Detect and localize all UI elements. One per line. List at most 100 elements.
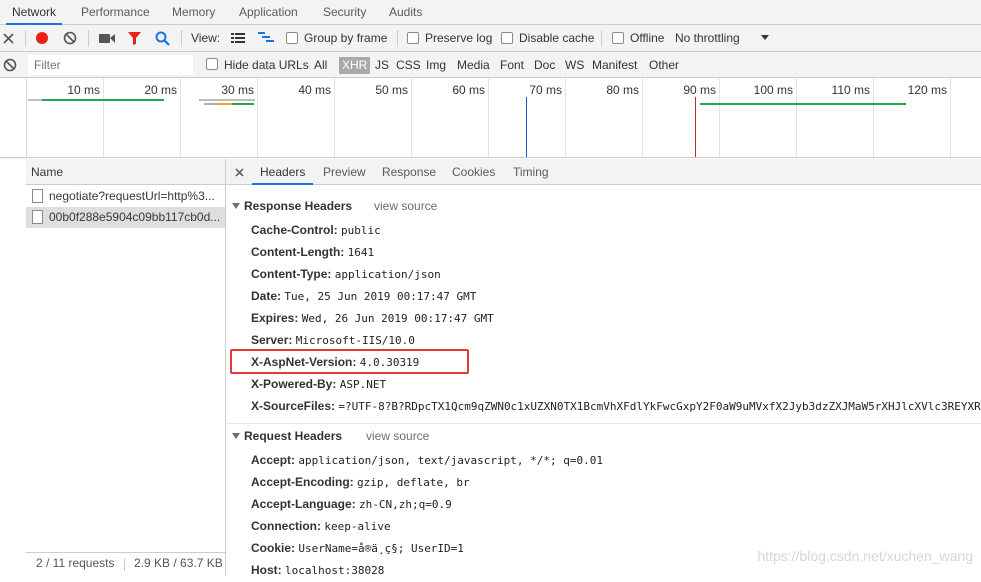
timeline-tick-label: 60 ms bbox=[452, 83, 485, 97]
view-label: View: bbox=[191, 31, 221, 45]
request-bar-download bbox=[232, 103, 254, 105]
request-row[interactable]: negotiate?requestUrl=http%3... bbox=[26, 186, 225, 207]
response-header-row: Expires: Wed, 26 Jun 2019 00:17:47 GMT bbox=[251, 311, 494, 325]
request-header-row: Accept-Language: zh-CN,zh;q=0.9 bbox=[251, 497, 452, 511]
request-name: negotiate?requestUrl=http%3... bbox=[49, 189, 215, 203]
load-event-marker bbox=[695, 97, 696, 157]
large-request-rows-icon[interactable] bbox=[231, 33, 245, 44]
response-header-row: Server: Microsoft-IIS/10.0 bbox=[251, 333, 415, 347]
highlight-box bbox=[230, 349, 469, 374]
request-headers-title[interactable]: Request Headers bbox=[232, 429, 342, 443]
panel-tab-network[interactable]: Network bbox=[6, 0, 63, 25]
tab-headers[interactable]: Headers bbox=[252, 159, 314, 185]
hide-data-urls-label: Hide data URLs bbox=[224, 58, 309, 72]
type-filter-doc[interactable]: Doc bbox=[532, 57, 557, 74]
disable-cache-label: Disable cache bbox=[519, 31, 595, 45]
timeline-tick-label: 40 ms bbox=[298, 83, 331, 97]
filter-icon[interactable] bbox=[127, 31, 142, 46]
preserve-log-label: Preserve log bbox=[425, 31, 493, 45]
filter-bar: Hide data URLs All XHR JS CSS Img Media … bbox=[0, 52, 981, 78]
panel-tab-audits[interactable]: Audits bbox=[389, 0, 422, 24]
tab-cookies[interactable]: Cookies bbox=[452, 159, 495, 185]
detail-tabs: Headers Preview Response Cookies Timing bbox=[226, 159, 981, 185]
request-bar-queued bbox=[204, 103, 218, 105]
file-icon bbox=[32, 210, 43, 224]
panel-tab-memory[interactable]: Memory bbox=[172, 0, 215, 24]
response-header-row: Content-Length: 1641 bbox=[251, 245, 375, 259]
timeline-tick-label: 50 ms bbox=[375, 83, 408, 97]
type-filter-img[interactable]: Img bbox=[424, 57, 448, 74]
response-view-source-link[interactable]: view source bbox=[374, 199, 437, 213]
type-filter-css[interactable]: CSS bbox=[394, 57, 423, 74]
type-filter-ws[interactable]: WS bbox=[563, 57, 586, 74]
record-icon[interactable] bbox=[35, 31, 49, 45]
request-row-selected[interactable]: 00b0f288e5904c09bb117cb0d... bbox=[26, 207, 225, 228]
type-filter-js[interactable]: JS bbox=[373, 57, 391, 74]
request-header-row: Accept: application/json, text/javascrip… bbox=[251, 453, 603, 467]
timeline-tick-label: 110 ms bbox=[831, 83, 870, 97]
type-filter-media[interactable]: Media bbox=[455, 57, 492, 74]
disable-cache-checkbox[interactable] bbox=[501, 32, 513, 44]
tab-preview[interactable]: Preview bbox=[323, 159, 366, 185]
dom-content-loaded-marker bbox=[526, 97, 527, 157]
tab-response[interactable]: Response bbox=[382, 159, 436, 185]
group-by-frame-label: Group by frame bbox=[304, 31, 388, 45]
devtools-panel-tabs: Network Performance Memory Application S… bbox=[0, 0, 981, 25]
waterfall-overview-icon[interactable] bbox=[258, 32, 274, 44]
group-by-frame-checkbox[interactable] bbox=[286, 32, 298, 44]
request-count: 2 / 11 requests bbox=[36, 556, 115, 570]
network-toolbar: View: Group by frame Preserve log Disabl… bbox=[0, 25, 981, 52]
request-bar-download bbox=[700, 103, 906, 105]
timeline-tick-label: 10 ms bbox=[67, 83, 100, 97]
panel-tab-performance[interactable]: Performance bbox=[81, 0, 150, 24]
clear-icon[interactable] bbox=[63, 31, 77, 45]
timeline-tick-label: 70 ms bbox=[529, 83, 562, 97]
response-headers-title[interactable]: Response Headers bbox=[232, 199, 352, 213]
timeline-tick-label: 20 ms bbox=[144, 83, 177, 97]
overview-timeline[interactable]: 10 ms 20 ms 30 ms 40 ms 50 ms 60 ms 70 m… bbox=[0, 78, 981, 158]
request-bar-download bbox=[42, 99, 164, 101]
request-header-row: Connection: keep-alive bbox=[251, 519, 391, 533]
timeline-tick-label: 100 ms bbox=[753, 83, 793, 97]
file-icon bbox=[32, 189, 43, 203]
offline-label: Offline bbox=[630, 31, 665, 45]
request-header-row: Host: localhost:38028 bbox=[251, 563, 385, 577]
response-header-row: Date: Tue, 25 Jun 2019 00:17:47 GMT bbox=[251, 289, 477, 303]
panel-tab-application[interactable]: Application bbox=[239, 0, 298, 24]
timeline-tick-label: 80 ms bbox=[606, 83, 639, 97]
search-icon[interactable] bbox=[155, 31, 170, 46]
request-bar-waiting bbox=[199, 99, 255, 101]
response-header-row: X-Powered-By: ASP.NET bbox=[251, 377, 387, 391]
throttling-select[interactable]: No throttling bbox=[675, 25, 740, 52]
type-filter-other[interactable]: Other bbox=[647, 57, 681, 74]
watermark-text: https://blog.csdn.net/xuchen_wang bbox=[757, 548, 973, 564]
close-drawer-icon[interactable] bbox=[3, 33, 14, 44]
timeline-tick-label: 120 ms bbox=[907, 83, 947, 97]
type-filter-all[interactable]: All bbox=[312, 57, 329, 74]
expand-triangle-icon bbox=[232, 433, 240, 439]
hide-data-urls-checkbox[interactable] bbox=[206, 58, 218, 70]
panel-tab-security[interactable]: Security bbox=[323, 0, 366, 24]
request-view-source-link[interactable]: view source bbox=[366, 429, 429, 443]
request-header-row: Accept-Encoding: gzip, deflate, br bbox=[251, 475, 470, 489]
response-header-row: Cache-Control: public bbox=[251, 223, 381, 237]
close-icon[interactable] bbox=[235, 168, 244, 177]
offline-checkbox[interactable] bbox=[612, 32, 624, 44]
response-header-row: X-SourceFiles: =?UTF-8?B?RDpcTX1Qcm9qZWN… bbox=[251, 399, 981, 413]
timeline-tick-label: 90 ms bbox=[683, 83, 716, 97]
type-filter-font[interactable]: Font bbox=[498, 57, 526, 74]
screenshot-camera-icon[interactable] bbox=[99, 33, 115, 44]
type-filter-manifest[interactable]: Manifest bbox=[590, 57, 639, 74]
request-header-row: Cookie: UserName=å®ä¸ç§; UserID=1 bbox=[251, 541, 464, 555]
column-header-name-label: Name bbox=[31, 165, 64, 179]
filter-input[interactable] bbox=[28, 55, 193, 75]
chevron-down-icon[interactable] bbox=[761, 35, 769, 41]
type-filter-xhr[interactable]: XHR bbox=[339, 57, 371, 74]
block-icon[interactable] bbox=[3, 58, 17, 72]
column-header-name[interactable]: Name bbox=[26, 159, 225, 185]
request-name: 00b0f288e5904c09bb117cb0d... bbox=[49, 210, 221, 224]
preserve-log-checkbox[interactable] bbox=[407, 32, 419, 44]
request-bar-connecting bbox=[218, 103, 232, 105]
expand-triangle-icon bbox=[232, 203, 240, 209]
tab-timing[interactable]: Timing bbox=[513, 159, 549, 185]
